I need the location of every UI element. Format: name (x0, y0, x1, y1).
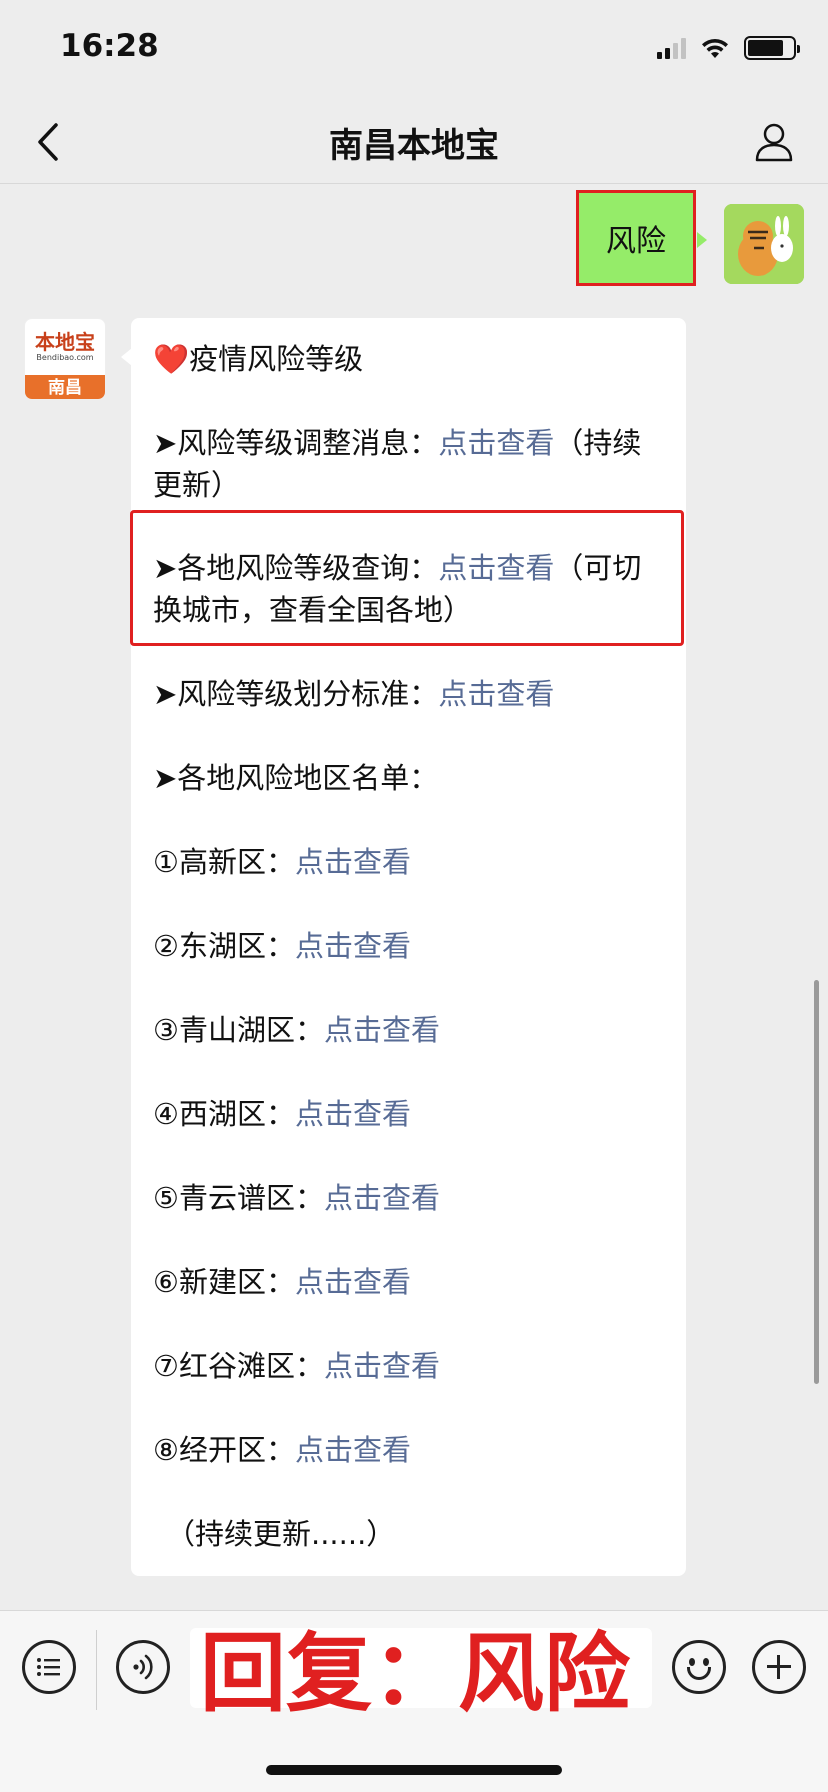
district-row: ⑧经开区：点击查看 (153, 1433, 412, 1467)
district-link[interactable]: 点击查看 (324, 1181, 440, 1215)
highlight-box (130, 510, 684, 646)
nav-bar: 南昌本地宝 (0, 100, 828, 184)
emoji-button[interactable] (672, 1640, 726, 1694)
cellular-signal-icon (657, 37, 686, 59)
risk-standard-link[interactable]: 点击查看 (438, 677, 554, 711)
tiger-avatar-icon (724, 204, 804, 284)
district-link[interactable]: 点击查看 (295, 1433, 411, 1467)
emoji-icon (689, 1658, 695, 1666)
home-indicator (266, 1765, 562, 1775)
district-row: ⑤青云谱区：点击查看 (153, 1181, 441, 1215)
scrollbar[interactable] (814, 980, 819, 1384)
voice-button[interactable] (116, 1640, 170, 1694)
district-row: ①高新区：点击查看 (153, 845, 412, 879)
battery-icon (744, 36, 800, 60)
district-row: ⑦红谷滩区：点击查看 (153, 1349, 441, 1383)
bottom-divider (96, 1630, 97, 1710)
reply-instruction-overlay: 回复：风险 (200, 1624, 630, 1724)
sent-message-text: 风险 (606, 224, 666, 259)
message-item-risk-standard: ➤风险等级划分标准：点击查看 (153, 677, 555, 711)
district-link[interactable]: 点击查看 (295, 929, 411, 963)
district-link[interactable]: 点击查看 (295, 845, 411, 879)
voice-icon (133, 1654, 153, 1680)
plus-icon[interactable] (752, 1640, 806, 1694)
person-icon (755, 123, 793, 162)
status-icons (657, 36, 800, 60)
bot-avatar[interactable]: 本地宝 Bendibao.com 南昌 (24, 318, 106, 400)
district-link[interactable]: 点击查看 (295, 1265, 411, 1299)
district-row: ②东湖区：点击查看 (153, 929, 412, 963)
message-item-risk-adjust: ➤风险等级调整消息：点击查看（持续更新） (153, 426, 642, 502)
district-row: ④西湖区：点击查看 (153, 1097, 412, 1131)
district-row: ③青山湖区：点击查看 (153, 1013, 441, 1047)
menu-button[interactable] (22, 1640, 76, 1694)
wifi-icon (702, 38, 728, 58)
profile-button[interactable] (746, 114, 802, 170)
message-footer: （持续更新......） (166, 1517, 396, 1551)
district-link[interactable]: 点击查看 (295, 1097, 411, 1131)
status-bar: 16:28 (0, 0, 828, 100)
district-list-heading: ➤各地风险地区名单： (153, 761, 439, 795)
risk-adjust-link[interactable]: 点击查看 (438, 426, 554, 460)
status-time: 16:28 (60, 28, 159, 64)
message-heading: ❤️疫情风险等级 (153, 342, 364, 376)
menu-list-icon (37, 1658, 60, 1676)
sent-bubble-tail (697, 232, 707, 248)
district-row: ⑥新建区：点击查看 (153, 1265, 412, 1299)
sent-message-bubble[interactable]: 风险 (576, 190, 696, 286)
district-link[interactable]: 点击查看 (324, 1013, 440, 1047)
chat-title: 南昌本地宝 (329, 126, 499, 166)
bot-avatar-city: 南昌 (25, 375, 105, 399)
bendibao-logo: 本地宝 Bendibao.com (35, 330, 95, 362)
user-avatar[interactable] (724, 204, 804, 284)
district-link[interactable]: 点击查看 (324, 1349, 440, 1383)
